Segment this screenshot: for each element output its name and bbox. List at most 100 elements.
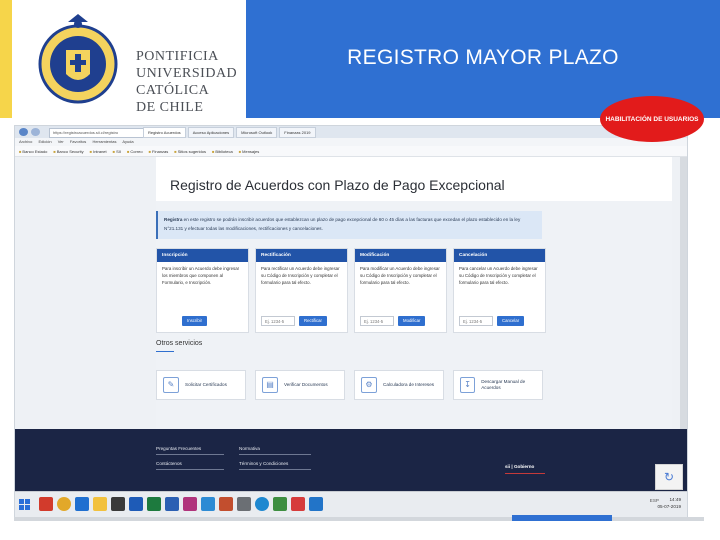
bookmark-item[interactable]: Intranet [90,149,107,154]
card-actions: Ej. 1234-5 Rectificar [261,316,327,326]
clock-time: 14:49 [669,497,682,502]
menu-ayuda[interactable]: Ayuda [122,139,133,144]
app-icon[interactable] [201,497,215,511]
footer-link-terminos[interactable]: Términos y Condiciones [239,461,288,466]
bookmark-item[interactable]: Biblioteca [212,149,232,154]
onenote-icon[interactable] [183,497,197,511]
back-icon[interactable] [19,128,28,136]
habilitacion-badge: HABILITACIÓN DE USUARIOS [600,96,704,142]
inscribir-button[interactable]: Inscribir [182,316,208,326]
card-actions: Ej. 1234-5 Cancelar [459,316,525,326]
bookmark-item[interactable]: Correo [127,149,142,154]
bookmark-item[interactable]: Finanzas [149,149,168,154]
scrollbar[interactable] [680,157,687,429]
footer-link-faq[interactable]: Preguntas Frecuentes [156,446,201,451]
page-content: Registra en este registro se podrán insc… [156,201,672,429]
bookmark-item[interactable]: SII [113,149,121,154]
service-manual[interactable]: ↧ Descargar Manual de Acuerdos [453,370,543,400]
app-icon[interactable] [237,497,251,511]
browser-toolbar: https://registroacuerdos.sii.cl/registro… [15,126,687,138]
powerpoint-icon[interactable] [219,497,233,511]
app-icon[interactable] [291,497,305,511]
service-label: Descargar Manual de Acuerdos [481,379,526,390]
card-description: Para inscribir un Acuerdo debe ingresar … [162,266,240,285]
card-inscripcion: Inscripción Para inscribir un Acuerdo de… [156,248,249,333]
excel-icon[interactable] [147,497,161,511]
card-cancelacion: Cancelación Para cancelar un Acuerdo deb… [453,248,546,333]
page-header: Registro de Acuerdos con Plazo de Pago E… [156,157,672,202]
service-label: Solicitar Certificados [185,382,227,387]
app-icon[interactable] [273,497,287,511]
action-cards: Inscripción Para inscribir un Acuerdo de… [156,248,546,333]
university-name: PONTIFICIA UNIVERSIDAD CATÓLICA DE CHILE [136,49,238,115]
tab-finanzas[interactable]: Finanzas 2019 [279,127,316,138]
bookmark-item[interactable]: Banco Estado [19,149,47,154]
bookmark-item[interactable]: Mensajes [239,149,259,154]
page-footer: Preguntas Frecuentes Contáctenos Normati… [15,429,687,491]
windows-start-icon[interactable] [19,499,30,510]
app-icon[interactable] [111,497,125,511]
app-icon[interactable] [255,497,269,511]
codigo-input[interactable]: Ej. 1234-5 [459,316,493,326]
footer-divider [156,454,224,455]
bookmark-item[interactable]: Banco Security [53,149,84,154]
footer-link-normativa[interactable]: Normativa [239,446,260,451]
card-actions: Ej. 1234-5 Modificar [360,316,426,326]
modificar-button[interactable]: Modificar [398,316,426,326]
address-bar[interactable]: https://registroacuerdos.sii.cl/registro [49,128,144,138]
browser-tabs: Registro Acuerdos Acceso Aplicaciones Mi… [143,127,316,138]
embedded-browser-screenshot: https://registroacuerdos.sii.cl/registro… [14,125,688,519]
bookmarks-bar: Banco Estado Banco Security Intranet SII… [15,146,687,157]
outlook-icon[interactable] [129,497,143,511]
card-header: Cancelación [454,249,545,262]
menu-archivo[interactable]: Archivo [19,139,32,144]
browser-menubar: Archivo Edición Ver Favoritos Herramient… [15,138,687,146]
document-icon: ▤ [262,377,278,393]
tab-aplicaciones[interactable]: Acceso Aplicaciones [187,127,235,138]
tab-registro[interactable]: Registro Acuerdos [143,127,186,138]
footer-divider [239,469,311,470]
card-actions: Inscribir [162,316,208,326]
chrome-icon[interactable] [57,497,71,511]
card-header: Inscripción [157,249,248,262]
bookmark-item[interactable]: Sitios sugeridos [174,149,206,154]
forward-icon[interactable] [31,128,40,136]
university-logo: PONTIFICIA UNIVERSIDAD CATÓLICA DE CHILE [14,0,244,118]
word-icon[interactable] [165,497,179,511]
app-icon[interactable] [39,497,53,511]
edge-icon[interactable] [75,497,89,511]
menu-edicion[interactable]: Edición [38,139,51,144]
slide-bottom-accent [512,515,612,521]
menu-favoritos[interactable]: Favoritos [70,139,86,144]
services-list: ✎ Solicitar Certificados ▤ Verificar Doc… [156,370,546,404]
recaptcha-badge[interactable]: ↻ [655,464,683,490]
folder-icon[interactable] [93,497,107,511]
service-certificados[interactable]: ✎ Solicitar Certificados [156,370,246,400]
university-crest-icon [38,14,118,104]
page-title: Registro de Acuerdos con Plazo de Pago E… [170,177,505,193]
download-icon: ↧ [460,377,476,393]
taskbar-apps [39,497,323,511]
tab-outlook[interactable]: Microsoft Outlook [236,127,278,138]
app-icon[interactable] [309,497,323,511]
info-notice: Registra en este registro se podrán insc… [156,211,542,239]
certificate-icon: ✎ [163,377,179,393]
service-calculadora[interactable]: ⚙ Calculadora de Intereses [354,370,444,400]
system-clock[interactable]: 14:49 05-07-2019 [658,496,682,510]
menu-herramientas[interactable]: Herramientas [92,139,116,144]
rectificar-button[interactable]: Rectificar [299,316,327,326]
card-header: Rectificación [256,249,347,262]
footer-divider [156,469,224,470]
card-description: Para rectificar un Acuerdo debe ingresar… [261,266,340,285]
codigo-input[interactable]: Ej. 1234-5 [261,316,295,326]
cancelar-button[interactable]: Cancelar [497,316,525,326]
menu-ver[interactable]: Ver [58,139,64,144]
card-header: Modificación [355,249,446,262]
service-verificar[interactable]: ▤ Verificar Documentos [255,370,345,400]
codigo-input[interactable]: Ej. 1234-5 [360,316,394,326]
logo-underline [505,473,545,474]
card-description: Para modificar un Acuerdo debe ingresar … [360,266,440,285]
notice-lead: Registra [164,217,183,222]
sii-logo: sii | Gobierno [505,464,535,469]
footer-link-contacto[interactable]: Contáctenos [156,461,182,466]
